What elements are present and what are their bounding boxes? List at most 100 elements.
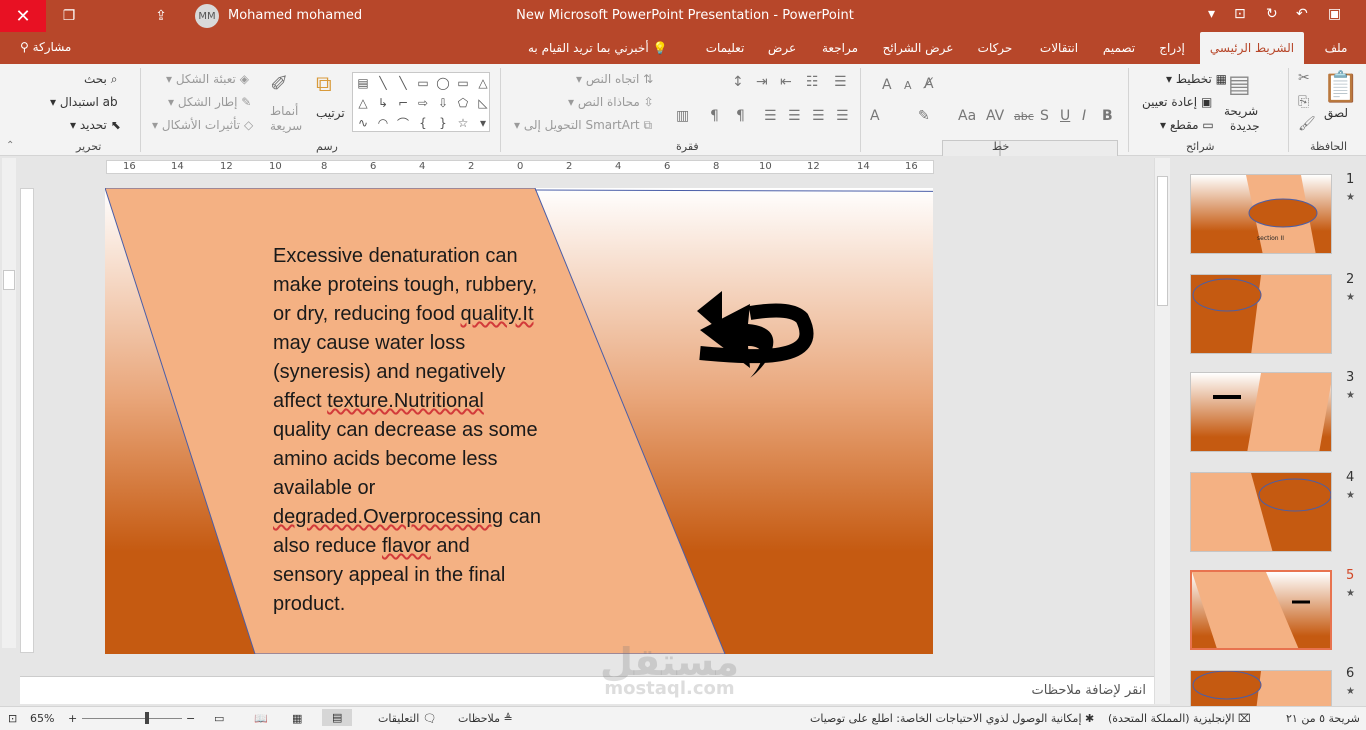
tab-animations[interactable]: حركات bbox=[970, 32, 1020, 64]
sorter-view-icon[interactable]: ▦ bbox=[292, 712, 302, 725]
notes-button[interactable]: ملاحظات ≜ bbox=[458, 712, 513, 725]
quick-styles-button[interactable]: أنماط bbox=[270, 104, 298, 118]
indent-increase-icon[interactable]: ⇥ bbox=[756, 74, 768, 90]
tab-help[interactable]: تعليمات bbox=[700, 32, 750, 64]
textbox-shape-icon[interactable]: ▤ bbox=[353, 73, 373, 93]
close-button[interactable]: ✕ bbox=[0, 0, 46, 32]
new-slide-button[interactable]: شريحة bbox=[1224, 104, 1258, 118]
accessibility-status[interactable]: إمكانية الوصول لذوي الاحتياجات الخاصة: ا… bbox=[810, 712, 1094, 725]
scroll-thumb[interactable] bbox=[1157, 176, 1168, 306]
shape-effects-button[interactable]: ▾ تأثيرات الأشكال ◇ bbox=[152, 118, 253, 132]
left-scrollbar[interactable] bbox=[2, 158, 16, 648]
shape-fill-button[interactable]: ▾ تعبئة الشكل ◈ bbox=[166, 72, 249, 86]
rectangle-shape-icon[interactable]: ▭ bbox=[413, 73, 433, 93]
fit-slide-icon[interactable]: ⊡ bbox=[8, 712, 17, 725]
align-center-icon[interactable]: ☰ bbox=[812, 108, 825, 124]
notes-pane[interactable]: انقر لإضافة ملاحظات bbox=[20, 676, 1154, 704]
format-painter-icon[interactable]: 🖌 bbox=[1298, 116, 1316, 132]
text-direction-button[interactable]: ▾ اتجاه النص ⇅ bbox=[576, 72, 653, 86]
present-icon[interactable]: ⊡ bbox=[1234, 6, 1246, 22]
shapes-gallery[interactable]: ▤ ╲ ╲ ▭ ◯ ▭ △ △ ↳ ⌐ ⇨ ⇩ ⬠ ◺ ∿ ◠ ⌒{} ☆ ▾ bbox=[352, 72, 490, 132]
share-button[interactable]: ⚲ مشاركة bbox=[20, 40, 71, 54]
slide-thumbnail-2[interactable] bbox=[1190, 274, 1332, 354]
increase-font-icon[interactable]: A bbox=[882, 77, 892, 93]
highlight-icon[interactable]: ✎ bbox=[918, 108, 930, 124]
slide-thumbnail-5[interactable] bbox=[1190, 570, 1332, 650]
star-shape-icon[interactable]: ☆ bbox=[453, 113, 473, 133]
bold-icon[interactable]: B bbox=[1102, 108, 1113, 124]
tab-review[interactable]: مراجعة bbox=[814, 32, 866, 64]
save-icon[interactable]: ▣ bbox=[1328, 6, 1341, 22]
undo-icon[interactable]: ↶ bbox=[1296, 6, 1308, 22]
find-button[interactable]: بحث ⌕ bbox=[84, 72, 117, 87]
slide-thumbnail-1[interactable]: section II bbox=[1190, 174, 1332, 254]
arc-shape-icon[interactable]: ⌒ bbox=[393, 113, 413, 133]
line-shape-icon[interactable]: ╲ bbox=[373, 73, 393, 93]
redo-icon[interactable]: ↻ bbox=[1266, 6, 1278, 22]
align-right-icon[interactable]: ☰ bbox=[836, 108, 849, 124]
numbering-icon[interactable]: ☷ bbox=[806, 74, 819, 90]
char-spacing-icon[interactable]: AV bbox=[986, 108, 1004, 124]
cut-icon[interactable]: ✂ bbox=[1298, 70, 1310, 86]
triangle-shape-icon[interactable]: △ bbox=[473, 73, 493, 93]
indent-decrease-icon[interactable]: ⇤ bbox=[780, 74, 792, 90]
right-arrow-shape-icon[interactable]: ⇨ bbox=[413, 93, 433, 113]
copy-icon[interactable]: ⎘ bbox=[1298, 94, 1309, 110]
rtl-icon[interactable]: ¶ bbox=[736, 108, 745, 124]
paste-button[interactable]: لصق bbox=[1324, 106, 1348, 120]
language-status[interactable]: الإنجليزية (المملكة المتحدة) ⌧ bbox=[1108, 712, 1251, 725]
tab-slideshow[interactable]: عرض الشرائح bbox=[876, 32, 960, 64]
collapse-ribbon-icon[interactable]: ⌃ bbox=[6, 140, 14, 151]
clear-format-icon[interactable]: A̸ bbox=[924, 76, 934, 92]
restore-button[interactable]: ❐ bbox=[46, 0, 92, 32]
justify-icon[interactable]: ☰ bbox=[764, 108, 777, 124]
slide-thumbnail-4[interactable] bbox=[1190, 472, 1332, 552]
quick-styles-button-line2[interactable]: سريعة bbox=[270, 119, 302, 133]
curve-shape-icon[interactable]: ∿ bbox=[353, 113, 373, 133]
tab-insert[interactable]: إدراج bbox=[1150, 32, 1194, 64]
down-arrow-shape-icon[interactable]: ⇩ bbox=[433, 93, 453, 113]
arrange-icon[interactable]: ⧉ bbox=[316, 72, 332, 97]
rectangle-shape-icon[interactable]: ▭ bbox=[453, 73, 473, 93]
align-text-button[interactable]: ▾ محاذاة النص ⇳ bbox=[568, 95, 654, 109]
line-shape-icon[interactable]: ╲ bbox=[393, 73, 413, 93]
avatar[interactable]: MM bbox=[195, 4, 219, 28]
arrange-button[interactable]: ترتيب bbox=[316, 106, 345, 120]
tab-view[interactable]: عرض bbox=[760, 32, 804, 64]
shadow-icon[interactable]: S bbox=[1040, 108, 1049, 124]
slide-thumbnail-3[interactable] bbox=[1190, 372, 1332, 452]
decrease-font-icon[interactable]: A bbox=[904, 79, 912, 92]
slide-canvas[interactable]: Excessive denaturation can make proteins… bbox=[105, 188, 933, 654]
slide-thumbnail-6[interactable] bbox=[1190, 670, 1332, 706]
connector-shape-icon[interactable]: ⌐ bbox=[393, 93, 413, 113]
brace-shape-icon[interactable]: { bbox=[413, 113, 433, 133]
replace-button[interactable]: ▾ استبدال ab bbox=[50, 95, 118, 109]
normal-view-icon[interactable]: ▤ bbox=[322, 709, 353, 726]
underline-icon[interactable]: U bbox=[1060, 108, 1070, 124]
line-spacing-icon[interactable]: ↕ bbox=[732, 74, 744, 90]
shape-outline-button[interactable]: ▾ إطار الشكل ✎ bbox=[168, 95, 251, 109]
quick-styles-icon[interactable]: ✐ bbox=[270, 72, 288, 97]
tab-file[interactable]: ملف bbox=[1314, 32, 1358, 64]
new-slide-icon[interactable]: ▤ bbox=[1228, 70, 1251, 98]
scroll-thumb[interactable] bbox=[3, 270, 15, 290]
paste-icon[interactable]: 📋 bbox=[1322, 70, 1359, 105]
reset-button[interactable]: إعادة تعيين ▣ bbox=[1142, 95, 1212, 109]
zoom-slider-thumb[interactable] bbox=[145, 712, 149, 724]
slideshow-view-icon[interactable]: ▭ bbox=[214, 712, 224, 725]
select-button[interactable]: ▾ تحديد ⬉ bbox=[70, 118, 121, 132]
bullets-icon[interactable]: ☰ bbox=[834, 74, 847, 90]
convert-smartart-button[interactable]: ▾ التحويل إلى SmartArt ⧉ bbox=[514, 118, 652, 133]
layout-button[interactable]: ▾ تخطيط ▦ bbox=[1166, 72, 1227, 86]
comments-button[interactable]: التعليقات 🗨 bbox=[378, 712, 437, 725]
strikethrough-icon[interactable]: abc bbox=[1014, 110, 1034, 123]
pentagon-shape-icon[interactable]: ⬠ bbox=[453, 93, 473, 113]
font-color-icon[interactable]: A bbox=[870, 108, 880, 124]
zoom-slider[interactable] bbox=[82, 718, 182, 719]
tab-design[interactable]: تصميم bbox=[1096, 32, 1142, 64]
triangle-shape-icon[interactable]: △ bbox=[353, 93, 373, 113]
oval-shape-icon[interactable]: ◯ bbox=[433, 73, 453, 93]
columns-icon[interactable]: ▥ bbox=[676, 108, 689, 124]
new-slide-button-line2[interactable]: جديدة bbox=[1230, 119, 1260, 133]
zoom-in-icon[interactable]: + bbox=[68, 712, 77, 725]
